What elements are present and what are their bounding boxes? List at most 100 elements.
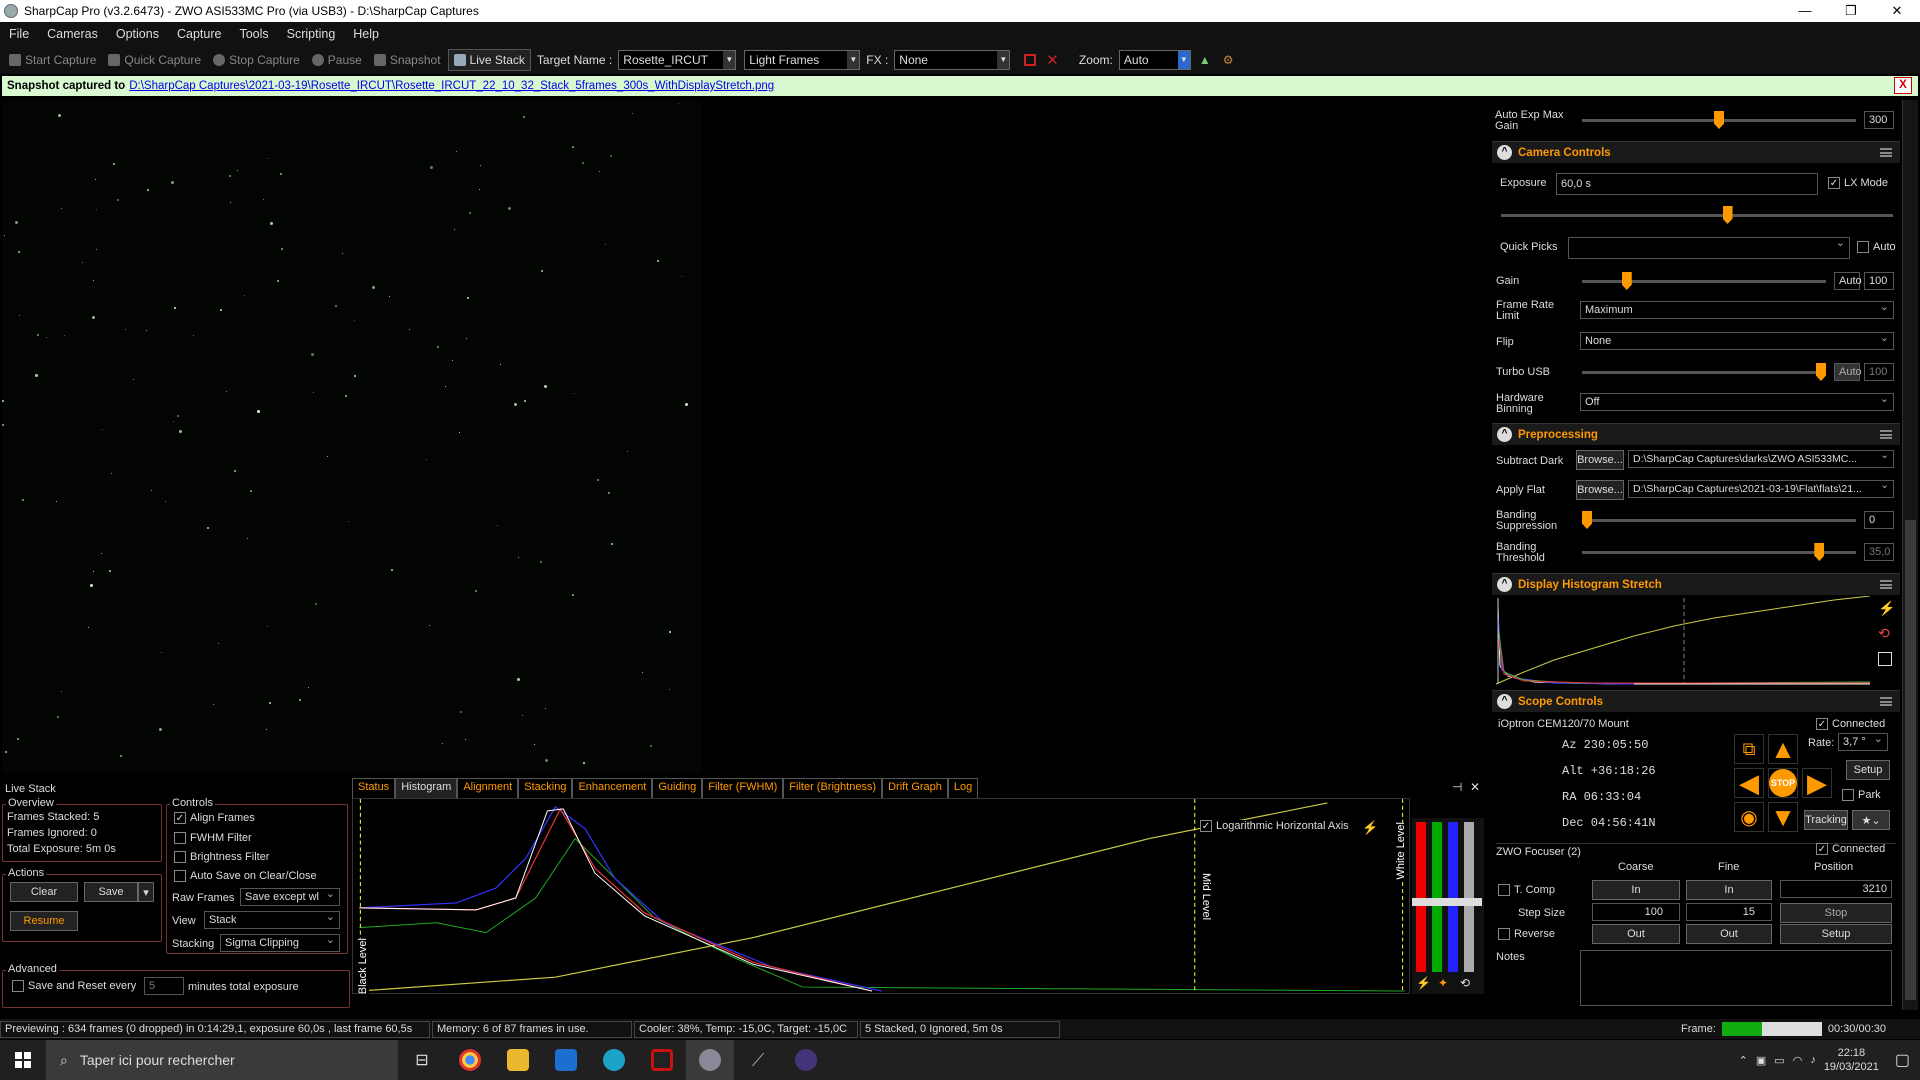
- scope-setup-button[interactable]: Setup: [1846, 760, 1890, 780]
- tab-histogram[interactable]: Histogram: [395, 778, 458, 798]
- image-viewer[interactable]: [2, 100, 1486, 773]
- sharpcap-app[interactable]: [686, 1040, 734, 1080]
- red-app[interactable]: [638, 1040, 686, 1080]
- checkbox[interactable]: ✓: [1816, 718, 1828, 730]
- checkbox[interactable]: [1498, 928, 1510, 940]
- checkbox[interactable]: [1857, 241, 1869, 253]
- reticle-cross-icon[interactable]: ✕: [1046, 51, 1059, 69]
- checkbox[interactable]: ✓: [1200, 820, 1212, 832]
- snapshot-path-link[interactable]: D:\SharpCap Captures\2021-03-19\Rosette_…: [129, 80, 774, 92]
- reverse-checkbox[interactable]: Reverse: [1498, 928, 1555, 940]
- focuser-setup-button[interactable]: Setup: [1780, 924, 1892, 944]
- snapshot-button[interactable]: Snapshot: [369, 53, 446, 67]
- gain-auto-button[interactable]: Auto: [1834, 272, 1862, 290]
- checkbox[interactable]: ✓: [174, 812, 186, 824]
- menu-icon[interactable]: [1880, 697, 1892, 706]
- gain-value[interactable]: 100: [1864, 272, 1894, 290]
- edge-app[interactable]: [590, 1040, 638, 1080]
- view-dropdown[interactable]: Stack: [204, 910, 340, 929]
- north-arrow-button[interactable]: ▲: [1768, 734, 1798, 764]
- checkbox[interactable]: [1842, 789, 1854, 801]
- tab-alignment[interactable]: Alignment: [457, 778, 519, 798]
- histogram-stretch-graph[interactable]: [1494, 596, 1874, 686]
- start-button[interactable]: [0, 1040, 46, 1080]
- tab-filter-brightness[interactable]: Filter (Brightness): [783, 778, 883, 798]
- maximize-button[interactable]: ❐: [1828, 0, 1874, 22]
- notifications-icon[interactable]: ▢: [1895, 1050, 1910, 1070]
- reset-icon[interactable]: ⟲: [1878, 625, 1890, 642]
- clock[interactable]: 22:18 19/03/2021: [1824, 1046, 1879, 1074]
- banding-threshold-value[interactable]: 35,0: [1864, 543, 1894, 561]
- tab-stacking[interactable]: Stacking: [518, 778, 573, 798]
- checkbox[interactable]: ✓: [1816, 843, 1828, 855]
- hardware-binning-dropdown[interactable]: Off: [1580, 392, 1894, 411]
- autosave-checkbox[interactable]: Auto Save on Clear/Close: [174, 870, 317, 882]
- scrollbar-thumb[interactable]: [1905, 520, 1916, 1000]
- coarse-step-input[interactable]: 100: [1592, 903, 1680, 921]
- menu-icon[interactable]: [1880, 148, 1892, 157]
- target-name-combo[interactable]: Rosette_IRCUT ▼: [618, 50, 737, 70]
- menu-help[interactable]: Help: [344, 27, 388, 41]
- camera-controls-header[interactable]: ^ Camera Controls: [1492, 141, 1900, 163]
- chevron-down-icon[interactable]: ▼: [997, 51, 1010, 69]
- stop-button[interactable]: STOP: [1768, 768, 1798, 798]
- collapse-icon[interactable]: ^: [1497, 145, 1512, 160]
- banding-suppression-slider[interactable]: [1582, 511, 1856, 529]
- zoom-combo[interactable]: Auto ▼: [1118, 50, 1191, 70]
- turbo-usb-slider[interactable]: [1582, 363, 1826, 381]
- turbo-auto-button[interactable]: Auto: [1834, 363, 1862, 381]
- stellarium-app[interactable]: [782, 1040, 830, 1080]
- quick-capture-button[interactable]: Quick Capture: [103, 53, 206, 67]
- east-arrow-button[interactable]: ▶: [1802, 768, 1832, 798]
- checkbox[interactable]: ✓: [1828, 177, 1840, 189]
- save-icon[interactable]: [1878, 652, 1892, 666]
- auto-exp-max-gain-slider[interactable]: [1582, 111, 1856, 129]
- tracking-button[interactable]: Tracking: [1804, 810, 1848, 830]
- wifi-icon[interactable]: ◠: [1793, 1054, 1803, 1067]
- auto-exp-max-gain-value[interactable]: 300: [1864, 111, 1894, 129]
- south-arrow-button[interactable]: ▼: [1768, 802, 1798, 832]
- auto-icon[interactable]: ⚡: [1416, 976, 1431, 990]
- close-button[interactable]: ✕: [1874, 0, 1920, 22]
- browse-dark-button[interactable]: Browse...: [1576, 450, 1624, 470]
- position-input[interactable]: 3210: [1780, 880, 1892, 898]
- tab-status[interactable]: Status: [352, 778, 396, 798]
- chrome-app[interactable]: [446, 1040, 494, 1080]
- checkbox[interactable]: [1498, 884, 1510, 896]
- browse-flat-button[interactable]: Browse...: [1576, 480, 1624, 500]
- coarse-in-button[interactable]: In: [1592, 880, 1680, 900]
- stop-capture-button[interactable]: Stop Capture: [208, 53, 305, 67]
- fine-step-input[interactable]: 15: [1686, 903, 1772, 921]
- rate-dropdown[interactable]: 3,7 °: [1838, 732, 1888, 751]
- goto-icon[interactable]: ⧉: [1734, 734, 1764, 764]
- collapse-icon[interactable]: ^: [1497, 694, 1512, 709]
- network-icon[interactable]: ▣: [1756, 1054, 1766, 1067]
- resume-button[interactable]: Resume: [10, 911, 78, 931]
- menu-file[interactable]: File: [0, 27, 38, 41]
- minimize-button[interactable]: —: [1782, 0, 1828, 22]
- histogram-stretch-header[interactable]: ^ Display Histogram Stretch: [1492, 573, 1900, 595]
- menu-icon[interactable]: [1880, 580, 1892, 589]
- checkbox[interactable]: [12, 980, 24, 992]
- start-capture-button[interactable]: Start Capture: [4, 53, 101, 67]
- frame-rate-limit-dropdown[interactable]: Maximum: [1580, 300, 1894, 319]
- align-frames-checkbox[interactable]: ✓ Align Frames: [174, 812, 255, 824]
- tab-enhancement[interactable]: Enhancement: [572, 778, 653, 798]
- focuser-connected-checkbox[interactable]: ✓ Connected: [1816, 843, 1885, 855]
- save-reset-checkbox[interactable]: Save and Reset every: [12, 980, 136, 992]
- clear-button[interactable]: Clear: [10, 882, 78, 902]
- menu-options[interactable]: Options: [107, 27, 168, 41]
- save-dropdown-button[interactable]: ▾: [138, 882, 154, 902]
- auto-stretch-icon[interactable]: ⚡: [1362, 820, 1378, 836]
- menu-scripting[interactable]: Scripting: [278, 27, 345, 41]
- chevron-down-icon[interactable]: ▼: [847, 51, 860, 69]
- fx-combo[interactable]: None ▼: [894, 50, 1011, 70]
- flat-file-dropdown[interactable]: D:\SharpCap Captures\2021-03-19\Flat\fla…: [1628, 480, 1894, 498]
- menu-cameras[interactable]: Cameras: [38, 27, 107, 41]
- volume-icon[interactable]: ♪: [1810, 1054, 1816, 1066]
- chevron-down-icon[interactable]: ▼: [723, 51, 736, 69]
- tab-filter-fwhm[interactable]: Filter (FWHM): [702, 778, 784, 798]
- park-checkbox[interactable]: Park: [1842, 789, 1881, 801]
- minutes-stepper[interactable]: 5: [144, 977, 184, 995]
- flip-dropdown[interactable]: None: [1580, 331, 1894, 350]
